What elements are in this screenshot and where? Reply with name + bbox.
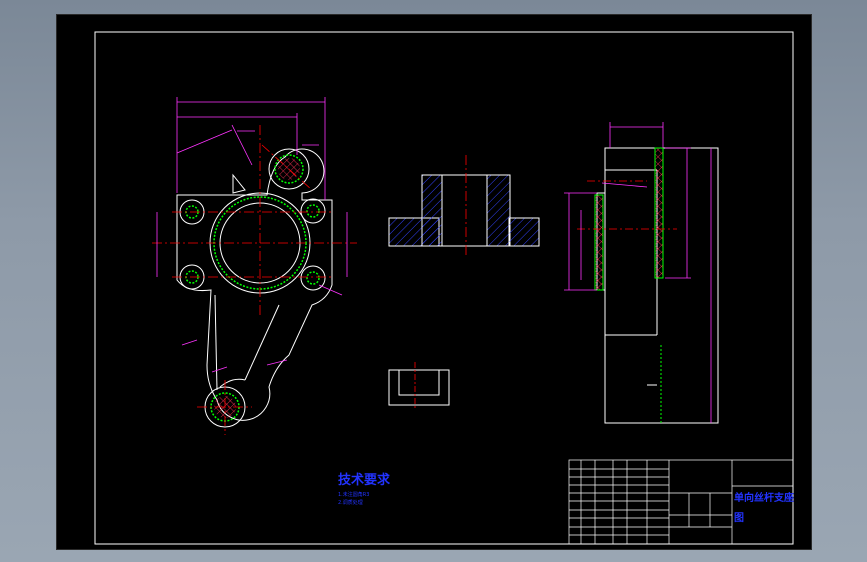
tech-note-1: 1.未注圆角R3 [338, 491, 369, 498]
side-thread-band [654, 147, 664, 279]
side-thread-band-2 [594, 194, 604, 291]
side-dimensions [564, 122, 712, 423]
tech-note-2: 2.调质处理 [338, 499, 363, 506]
drawing-frame [94, 31, 794, 545]
front-dimensions [156, 97, 348, 373]
part-name: 单向丝杆支座 [734, 491, 794, 504]
part-name-line2: 图 [734, 512, 744, 524]
tech-requirements-title: 技术要求 [338, 472, 391, 488]
cad-drawing: 技术要求 1.未注圆角R3 2.调质处理 单向丝杆支座 图 [94, 31, 794, 545]
front-centerlines [152, 125, 357, 435]
section-view [388, 174, 540, 247]
cad-viewport[interactable]: 技术要求 1.未注圆角R3 2.调质处理 单向丝杆支座 图 [56, 14, 812, 550]
detail-view [388, 369, 450, 406]
